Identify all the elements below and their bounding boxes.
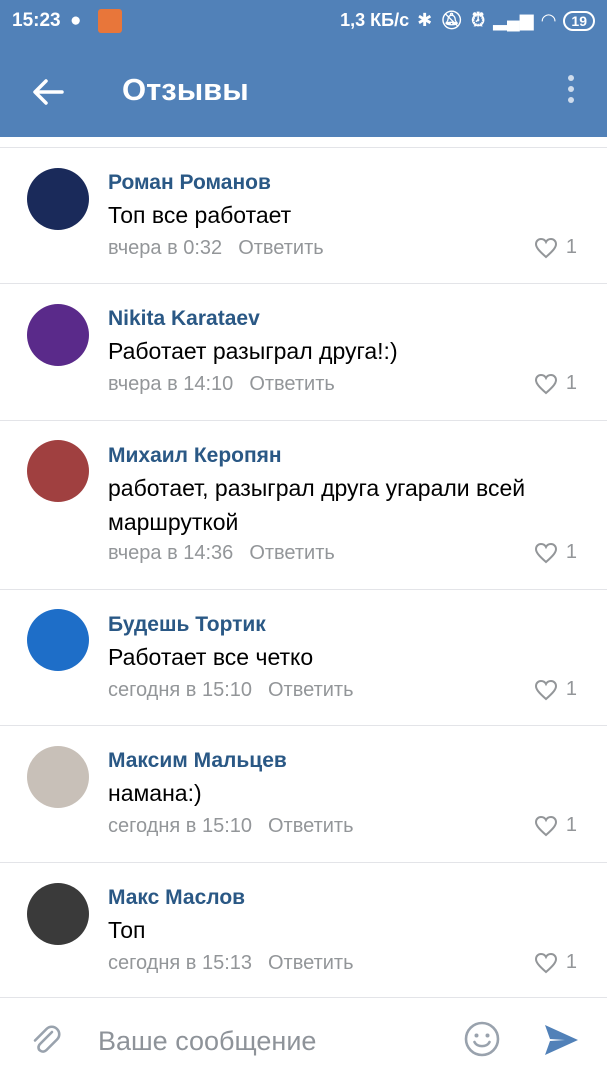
status-time: 15:23 [12, 10, 61, 31]
comment-author[interactable]: Nikita Karataev [108, 307, 260, 331]
signal-icon: ▂▄▆ [493, 10, 534, 30]
page-title: Отзывы [122, 72, 249, 107]
like-count: 1 [565, 814, 577, 836]
comment-time: сегодня в 15:13 [108, 952, 252, 974]
like-button[interactable]: 1 [534, 951, 577, 974]
heart-icon [534, 373, 557, 394]
comment-item: Будешь Тортик Работает все четко сегодня… [0, 590, 607, 726]
comment-text: Топ [108, 917, 146, 943]
comment-meta: вчера в 0:32 Ответить [108, 237, 324, 260]
like-count: 1 [565, 678, 577, 700]
like-button[interactable]: 1 [534, 678, 577, 701]
comment-text: Работает разыграл друга!:) [108, 338, 398, 364]
wifi-icon: ◠ [541, 10, 556, 30]
comment-time: сегодня в 15:10 [108, 679, 252, 701]
avatar[interactable] [27, 168, 89, 230]
comment-meta: сегодня в 15:10 Ответить [108, 815, 354, 838]
comment-item: Максим Мальцев намана:) сегодня в 15:10 О… [0, 726, 607, 863]
message-input[interactable] [96, 1020, 440, 1062]
comment-time: вчера в 0:32 [108, 237, 223, 259]
like-button[interactable]: 1 [534, 814, 577, 837]
comment-text: Топ все работает [108, 202, 292, 228]
heart-icon [534, 952, 557, 973]
comment-item: Роман Романов Топ все работает вчера в 0… [0, 148, 607, 284]
back-arrow-icon[interactable] [28, 72, 68, 112]
avatar[interactable] [27, 883, 89, 945]
like-count: 1 [565, 372, 577, 394]
status-bar: 15:23 ● 1,3 КБ/с ✱ 🔕︎ ⏰︎ ▂▄▆ ◠ 19 [0, 0, 607, 42]
emoji-icon[interactable] [463, 1020, 501, 1058]
like-count: 1 [565, 236, 577, 258]
comment-item: Nikita Karataev Работает разыграл друга!… [0, 284, 607, 421]
app-bar: Отзывы [0, 42, 607, 137]
comment-text: работает, разыграл друга угарали всей ма… [108, 475, 526, 535]
comment-meta: вчера в 14:36 Ответить [108, 542, 335, 565]
comment-item: Макс Маслов Топ сегодня в 15:13 Ответить … [0, 863, 607, 997]
alarm-icon: ⏰︎ [471, 10, 486, 30]
like-button[interactable]: 1 [534, 541, 577, 564]
comment-author[interactable]: Михаил Керопян [108, 444, 282, 468]
reply-button[interactable]: Ответить [268, 815, 354, 837]
like-count: 1 [565, 541, 577, 563]
comment-author[interactable]: Будешь Тортик [108, 613, 266, 637]
like-button[interactable]: 1 [534, 236, 577, 259]
network-speed: 1,3 КБ/с [340, 10, 410, 30]
battery-indicator: 19 [563, 10, 595, 31]
message-composer [0, 997, 607, 1081]
like-count: 1 [565, 951, 577, 973]
avatar[interactable] [27, 440, 89, 502]
comment-meta: сегодня в 15:13 Ответить [108, 952, 354, 975]
send-icon[interactable] [541, 1020, 581, 1060]
more-options-icon[interactable] [563, 72, 579, 112]
reply-button[interactable]: Ответить [268, 952, 354, 974]
comment-time: сегодня в 15:10 [108, 815, 252, 837]
comment-time: вчера в 14:36 [108, 542, 234, 564]
comment-author[interactable]: Максим Мальцев [108, 749, 287, 773]
reply-button[interactable]: Ответить [249, 542, 335, 564]
chat-notification-icon: ● [70, 10, 82, 31]
heart-icon [534, 815, 557, 836]
reply-button[interactable]: Ответить [249, 373, 335, 395]
comment-meta: вчера в 14:10 Ответить [108, 373, 335, 396]
comment-text: Работает все четко [108, 644, 314, 670]
avatar[interactable] [27, 746, 89, 808]
app-notification-icon [98, 9, 122, 33]
mute-icon: 🔕︎ [440, 10, 464, 30]
comments-feed[interactable]: Роман Романов Топ все работает вчера в 0… [0, 137, 607, 997]
reply-button[interactable]: Ответить [238, 237, 324, 259]
attach-icon[interactable] [28, 1022, 64, 1058]
comment-meta: сегодня в 15:10 Ответить [108, 679, 354, 702]
comment-text: намана:) [108, 780, 202, 806]
heart-icon [534, 542, 557, 563]
bluetooth-icon: ✱ [417, 10, 433, 30]
like-button[interactable]: 1 [534, 372, 577, 395]
heart-icon [534, 237, 557, 258]
status-right: 1,3 КБ/с ✱ 🔕︎ ⏰︎ ▂▄▆ ◠ 19 [340, 10, 595, 31]
reply-button[interactable]: Ответить [268, 679, 354, 701]
heart-icon [534, 679, 557, 700]
comment-author[interactable]: Макс Маслов [108, 886, 245, 910]
comment-author[interactable]: Роман Романов [108, 171, 271, 195]
top-bar: 15:23 ● 1,3 КБ/с ✱ 🔕︎ ⏰︎ ▂▄▆ ◠ 19 Отзывы [0, 0, 607, 137]
comment-item: Михаил Керопян работает, разыграл друга … [0, 421, 607, 590]
avatar[interactable] [27, 304, 89, 366]
comment-time: вчера в 14:10 [108, 373, 234, 395]
avatar[interactable] [27, 609, 89, 671]
